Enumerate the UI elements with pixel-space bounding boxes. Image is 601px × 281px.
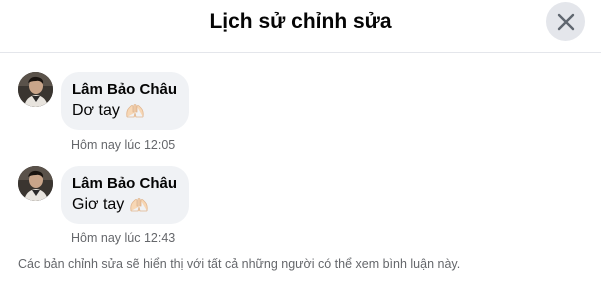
comment-bubble[interactable]: Lâm Bảo Châu Giơ tay — [61, 166, 190, 224]
avatar[interactable] — [18, 72, 53, 107]
comment-author[interactable]: Lâm Bảo Châu — [72, 174, 177, 194]
raised-hands-emoji-icon — [125, 103, 145, 119]
comment-text-content: Giơ tay — [72, 196, 125, 213]
edit-history-dialog: Lịch sử chỉnh sửa Lâm Bảo Châu Dơ tay Hô… — [0, 0, 601, 281]
edit-visibility-note: Các bản chỉnh sửa sẽ hiển thị với tất cả… — [18, 257, 461, 271]
comment-bubble[interactable]: Lâm Bảo Châu Dơ tay — [61, 72, 190, 130]
comment-timestamp[interactable]: Hôm nay lúc 12:05 — [71, 137, 175, 153]
avatar[interactable] — [18, 166, 53, 201]
dialog-header: Lịch sử chỉnh sửa — [0, 0, 601, 53]
raised-hands-emoji-icon — [129, 197, 149, 213]
comment-author[interactable]: Lâm Bảo Châu — [72, 80, 177, 100]
profile-photo — [18, 166, 53, 201]
comment-text: Dơ tay — [72, 100, 177, 122]
close-icon — [557, 13, 574, 30]
profile-photo — [18, 72, 53, 107]
comment-text: Giơ tay — [72, 194, 177, 216]
comment-text-content: Dơ tay — [72, 102, 120, 119]
dialog-title: Lịch sử chỉnh sửa — [209, 10, 392, 33]
comment-timestamp[interactable]: Hôm nay lúc 12:43 — [71, 230, 175, 246]
close-button[interactable] — [546, 2, 585, 41]
